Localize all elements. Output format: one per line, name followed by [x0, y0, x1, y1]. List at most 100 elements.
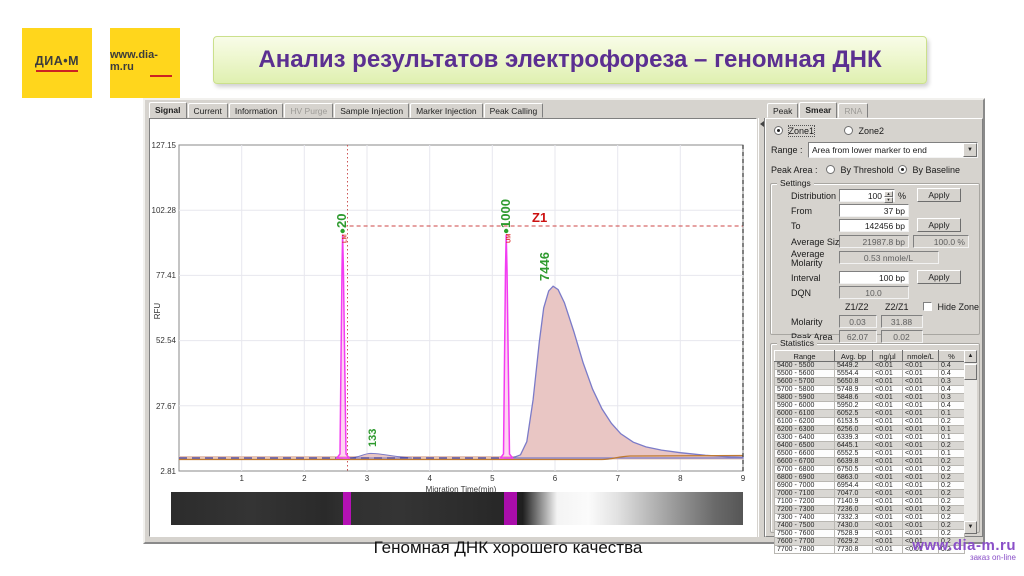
stat-cell: 0.4 — [939, 402, 965, 410]
table-row[interactable]: 6400 - 65006445.1<0.01<0.010.2 — [775, 442, 965, 450]
upper-marker-dot — [504, 229, 508, 233]
scroll-thumb[interactable] — [964, 364, 977, 380]
table-row[interactable]: 6100 - 62006153.5<0.01<0.010.2 — [775, 418, 965, 426]
table-row[interactable]: 6900 - 70006954.4<0.01<0.010.2 — [775, 482, 965, 490]
to-field[interactable]: 142456 bp — [839, 219, 909, 232]
stat-cell: <0.01 — [873, 394, 903, 402]
col-range: Range — [775, 351, 835, 362]
molarity-label: Molarity — [791, 317, 823, 327]
distribution-spinner[interactable]: ▲ ▼ — [884, 191, 893, 201]
stat-cell: <0.01 — [903, 434, 939, 442]
stat-cell: <0.01 — [873, 386, 903, 394]
distribution-label: Distribution — [791, 191, 836, 201]
table-row[interactable]: 6800 - 69006863.0<0.01<0.010.2 — [775, 474, 965, 482]
stat-cell: 5900 - 6000 — [775, 402, 835, 410]
settings-group: Settings Distribution 100 ▲ ▼ % Apply Fr… — [770, 183, 980, 335]
table-scrollbar[interactable]: ▲ ▼ — [964, 350, 977, 534]
spin-down-icon[interactable]: ▼ — [884, 197, 893, 203]
logo-text: ДИА•М — [35, 54, 79, 68]
tab-peak[interactable]: Peak — [767, 103, 798, 118]
table-row[interactable]: 5500 - 56005554.4<0.01<0.010.4 — [775, 370, 965, 378]
tab-smear[interactable]: Smear — [799, 102, 837, 119]
stat-cell: 0.1 — [939, 426, 965, 434]
tab-marker-injection[interactable]: Marker Injection — [410, 103, 482, 118]
tab-information[interactable]: Information — [229, 103, 284, 118]
stat-cell: <0.01 — [873, 530, 903, 538]
zone1-radio[interactable] — [774, 126, 783, 135]
stat-cell: 0.2 — [939, 418, 965, 426]
stat-cell: <0.01 — [903, 410, 939, 418]
from-label: From — [791, 206, 812, 216]
svg-text:4: 4 — [427, 474, 432, 483]
table-row[interactable]: 7200 - 73007236.0<0.01<0.010.2 — [775, 506, 965, 514]
scroll-down-icon[interactable]: ▼ — [964, 521, 977, 534]
stat-cell: 7400 - 7500 — [775, 522, 835, 530]
stat-cell: 7300 - 7400 — [775, 514, 835, 522]
zone2-label: Zone2 — [859, 126, 885, 136]
side-tabbar: Peak Smear RNA — [767, 102, 869, 118]
by-threshold-radio-row[interactable]: By Threshold — [826, 165, 893, 175]
zone1-radio-row[interactable]: Zone1 — [774, 126, 814, 136]
table-row[interactable]: 6200 - 63006256.0<0.01<0.010.1 — [775, 426, 965, 434]
zone2-radio[interactable] — [844, 126, 853, 135]
stat-cell: 7629.2 — [835, 538, 873, 546]
table-row[interactable]: 5800 - 59005848.6<0.01<0.010.3 — [775, 394, 965, 402]
table-row[interactable]: 5700 - 58005748.9<0.01<0.010.4 — [775, 386, 965, 394]
by-threshold-radio[interactable] — [826, 165, 835, 174]
hide-zone-checkbox[interactable] — [923, 302, 932, 311]
by-baseline-radio[interactable] — [898, 165, 907, 174]
stat-cell: 0.2 — [939, 442, 965, 450]
plot-area — [179, 145, 743, 471]
svg-text:9: 9 — [741, 474, 746, 483]
tab-peak-calling[interactable]: Peak Calling — [484, 103, 544, 118]
table-row[interactable]: 7400 - 75007430.0<0.01<0.010.2 — [775, 522, 965, 530]
stat-cell: <0.01 — [903, 426, 939, 434]
table-row[interactable]: 7100 - 72007140.9<0.01<0.010.2 — [775, 498, 965, 506]
chevron-down-icon[interactable]: ▼ — [963, 143, 977, 157]
stat-cell: 6153.5 — [835, 418, 873, 426]
tab-signal[interactable]: Signal — [149, 102, 187, 119]
stat-cell: 7600 - 7700 — [775, 538, 835, 546]
table-row[interactable]: 6600 - 67006639.8<0.01<0.010.2 — [775, 458, 965, 466]
panel-splitter[interactable] — [758, 118, 765, 537]
stat-cell: <0.01 — [873, 506, 903, 514]
range-dropdown[interactable]: Area from lower marker to end ▼ — [808, 142, 978, 158]
dqn-field: 10.0 — [839, 286, 909, 299]
table-row[interactable]: 5600 - 57005650.8<0.01<0.010.3 — [775, 378, 965, 386]
table-row[interactable]: 5900 - 60005950.2<0.01<0.010.4 — [775, 402, 965, 410]
stat-cell: 5400 - 5500 — [775, 362, 835, 370]
table-row[interactable]: 6700 - 68006750.5<0.01<0.010.2 — [775, 466, 965, 474]
table-row[interactable]: 6300 - 64006339.3<0.01<0.010.1 — [775, 434, 965, 442]
to-apply-button[interactable]: Apply — [917, 218, 961, 232]
distribution-field[interactable]: 100 ▲ ▼ — [839, 189, 895, 202]
stat-cell: 7047.0 — [835, 490, 873, 498]
by-baseline-label: By Baseline — [913, 165, 961, 175]
gel-upper-marker-band — [504, 492, 517, 525]
table-row[interactable]: 5400 - 55005449.2<0.01<0.010.4 — [775, 362, 965, 370]
zone2-radio-row[interactable]: Zone2 — [844, 126, 884, 136]
stat-cell: 0.3 — [939, 394, 965, 402]
z2z1-col-label: Z2/Z1 — [885, 302, 909, 312]
stat-cell: <0.01 — [873, 466, 903, 474]
interval-field[interactable]: 100 bp — [839, 271, 909, 284]
from-field[interactable]: 37 bp — [839, 204, 909, 217]
stat-cell: <0.01 — [903, 450, 939, 458]
tab-current[interactable]: Current — [188, 103, 228, 118]
distribution-apply-button[interactable]: Apply — [917, 188, 961, 202]
hide-zone-row[interactable]: Hide Zone — [923, 302, 979, 312]
tab-sample-injection[interactable]: Sample Injection — [334, 103, 409, 118]
by-baseline-radio-row[interactable]: By Baseline — [898, 165, 960, 175]
table-row[interactable]: 6500 - 66006552.5<0.01<0.010.1 — [775, 450, 965, 458]
stat-cell: <0.01 — [873, 546, 903, 554]
molarity-z1z2-field: 0.03 — [839, 315, 877, 328]
table-row[interactable]: 7000 - 71007047.0<0.01<0.010.2 — [775, 490, 965, 498]
svg-text:27.67: 27.67 — [156, 402, 177, 411]
scroll-up-icon[interactable]: ▲ — [964, 350, 977, 363]
um-tag: UM — [507, 234, 513, 243]
stat-cell: 5600 - 5700 — [775, 378, 835, 386]
stat-cell: 7236.0 — [835, 506, 873, 514]
stat-cell: 6750.5 — [835, 466, 873, 474]
interval-apply-button[interactable]: Apply — [917, 270, 961, 284]
table-row[interactable]: 7300 - 74007332.3<0.01<0.010.2 — [775, 514, 965, 522]
table-row[interactable]: 6000 - 61006052.5<0.01<0.010.1 — [775, 410, 965, 418]
